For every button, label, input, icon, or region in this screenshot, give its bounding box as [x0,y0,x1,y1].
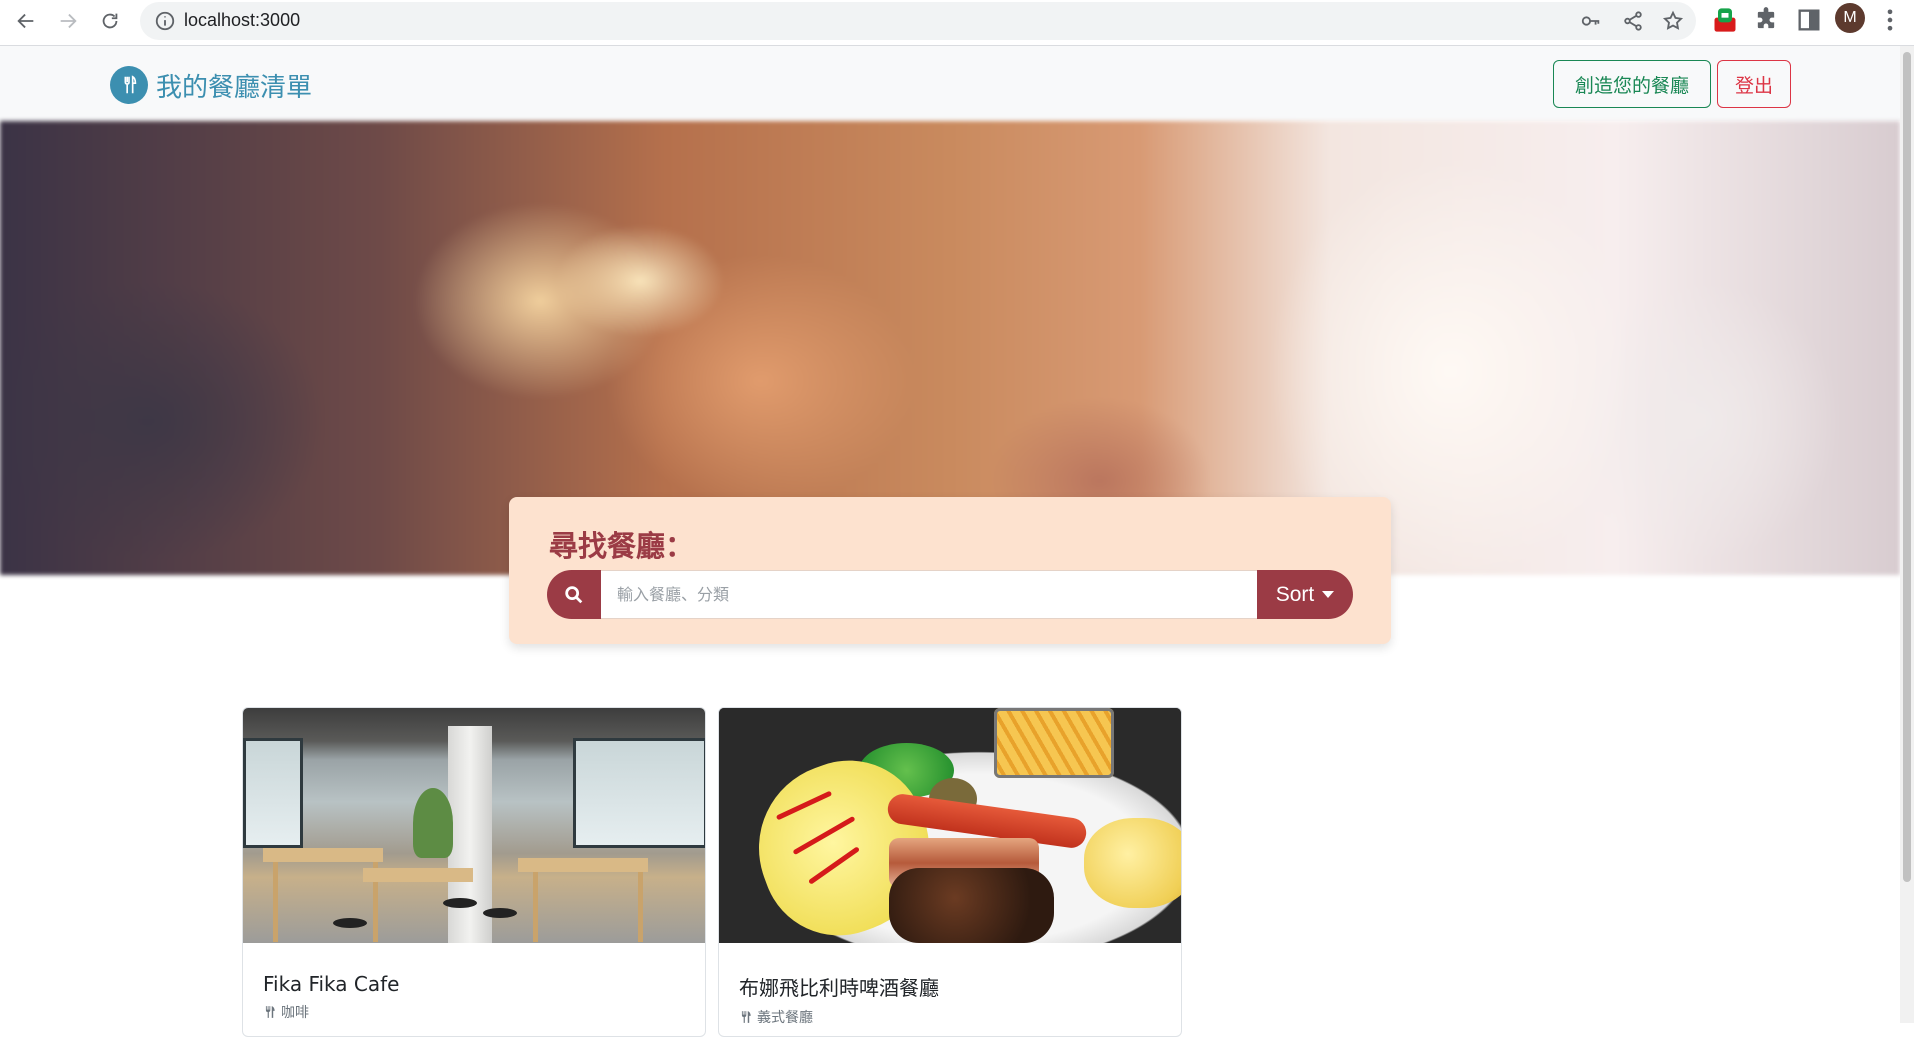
share-icon[interactable] [1622,10,1644,32]
scrollbar-thumb[interactable] [1903,52,1911,882]
extension-icon[interactable] [1711,6,1739,34]
category-label: 義式餐廳 [757,1010,813,1026]
back-icon[interactable] [10,5,42,37]
bookmark-star-icon[interactable] [1662,10,1684,32]
restaurant-category: 咖啡 [263,1002,685,1022]
site-navbar: 我的餐廳清單 創造您的餐廳 登出 [0,46,1900,121]
restaurant-name: 布娜飛比利時啤酒餐廳 [739,976,939,1000]
restaurant-category: 義式餐廳 [739,1007,1161,1027]
restaurant-photo [719,708,1181,943]
search-input[interactable] [601,570,1257,619]
restaurant-name: Fika Fika Cafe [263,972,400,996]
restaurant-card[interactable]: 布娜飛比利時啤酒餐廳 義式餐廳 [718,707,1182,1037]
sort-dropdown-button[interactable]: Sort [1257,570,1353,619]
address-bar[interactable]: localhost:3000 [140,2,1696,40]
caret-down-icon [1322,591,1335,598]
brand-name: 我的餐廳清單 [156,72,313,103]
url-text: localhost:3000 [184,10,301,30]
reload-icon[interactable] [94,5,126,37]
logout-button[interactable]: 登出 [1717,60,1791,108]
search-panel: 尋找餐廳： Sort [509,497,1391,644]
create-restaurant-button[interactable]: 創造您的餐廳 [1553,60,1711,108]
utensils-icon [741,1011,751,1023]
forward-icon[interactable] [52,5,84,37]
brand-link[interactable]: 我的餐廳清單 [110,66,312,104]
category-label: 咖啡 [281,1005,309,1021]
side-panel-icon[interactable] [1795,6,1823,34]
puzzle-icon[interactable] [1752,6,1780,34]
page-scrollbar[interactable] [1900,46,1914,1023]
info-icon[interactable] [154,10,176,32]
profile-avatar[interactable]: M [1835,3,1865,33]
menu-kebab-icon[interactable] [1876,6,1904,34]
sort-label: Sort [1275,582,1315,606]
restaurant-photo [243,708,705,943]
browser-toolbar: localhost:3000 M [0,0,1914,46]
restaurant-card[interactable]: Fika Fika Cafe 咖啡 [242,707,706,1037]
key-icon[interactable] [1580,10,1602,32]
search-title: 尋找餐廳： [549,529,695,563]
utensils-icon [110,66,148,104]
utensils-icon [265,1006,275,1018]
search-icon[interactable] [547,570,601,619]
search-group: Sort [547,570,1353,619]
